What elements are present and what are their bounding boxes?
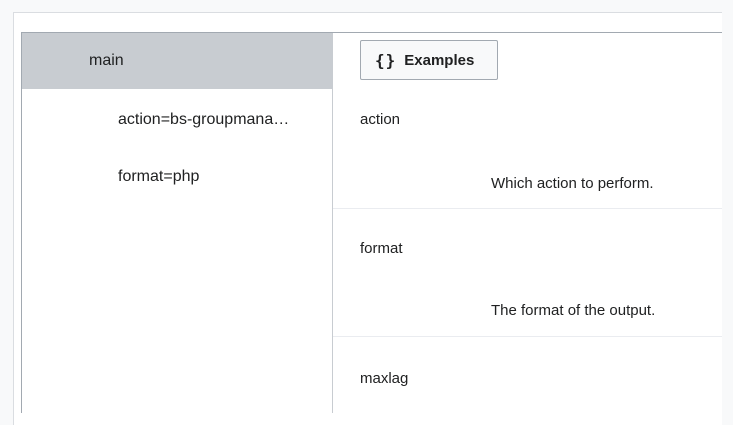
param-desc-action: Which action to perform. [491, 175, 654, 192]
sidebar-item-main[interactable]: main [22, 33, 332, 89]
examples-label: Examples [404, 51, 475, 69]
parameter-content: {} Examples action Which action to perfo… [333, 33, 722, 413]
param-name-action: action [360, 111, 401, 128]
sidebar-item-format[interactable]: format=php [22, 160, 332, 194]
api-sandbox-panel: main action=bs-groupmana… format=php {} … [21, 32, 722, 413]
param-name-maxlag: maxlag [360, 370, 409, 387]
sidebar-item-action[interactable]: action=bs-groupmana… [22, 103, 332, 137]
examples-button[interactable]: {} Examples [360, 40, 498, 80]
param-name-format: format [360, 240, 403, 257]
param-divider [333, 208, 722, 209]
module-sidebar: main action=bs-groupmana… format=php [22, 33, 333, 413]
param-divider [333, 336, 722, 337]
braces-icon: {} [375, 50, 397, 70]
param-desc-format: The format of the output. [491, 302, 656, 319]
